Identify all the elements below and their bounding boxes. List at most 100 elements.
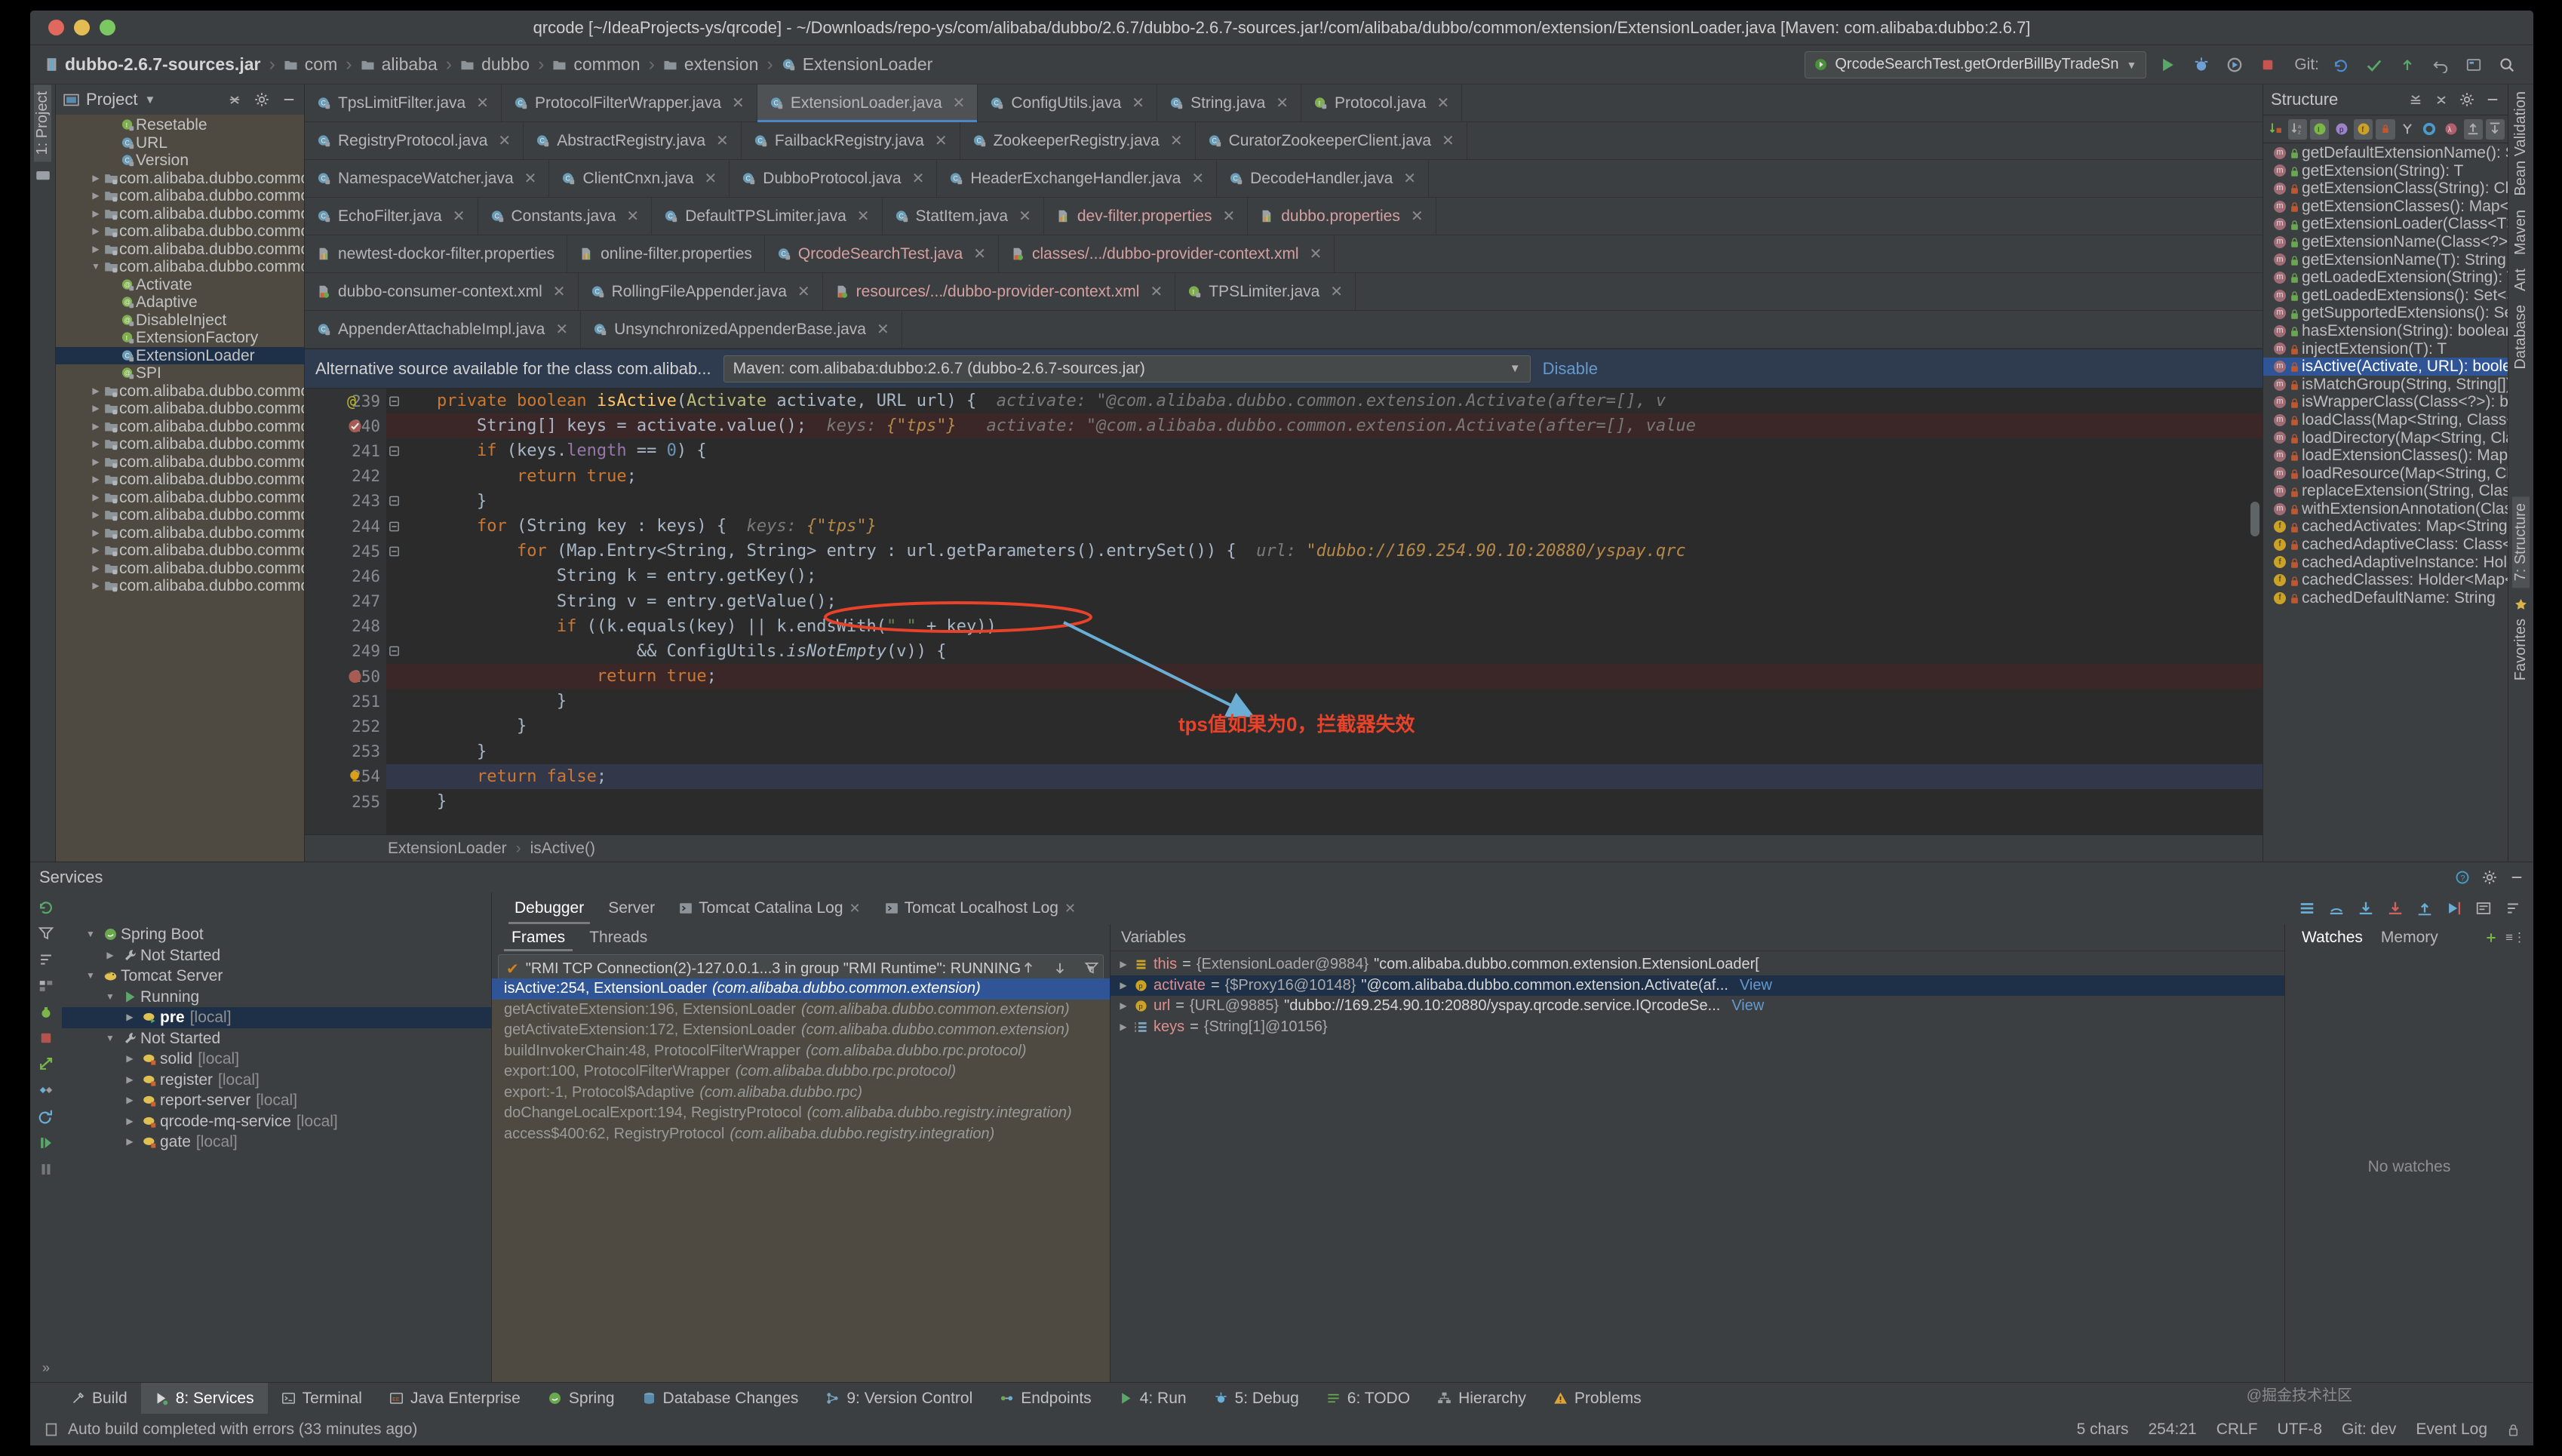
undo-icon[interactable] [2429,54,2452,76]
services-tree-row[interactable]: ▶ Not Started [62,945,491,966]
tool-window-button-project[interactable]: 1: Project [34,84,51,162]
tool-strip-4-run[interactable]: 4: Run [1105,1383,1200,1415]
project-tree-row[interactable]: I ExtensionFactory [56,329,304,347]
tool-window-button-ant[interactable]: Ant [2512,262,2530,298]
group-by-type-icon[interactable] [2398,119,2417,140]
code-line[interactable]: if (keys.length == 0) { [386,438,2262,463]
pause-icon[interactable] [38,1161,54,1178]
close-icon[interactable]: ✕ [553,282,566,301]
structure-toolbar[interactable]: az I p f λ [2263,115,2508,143]
project-tree-row[interactable]: @ DisableInject [56,312,304,330]
editor-tab-tpslimitfilter-java[interactable]: C TpsLimitFilter.java ✕ [305,84,502,121]
settings-icon[interactable] [2505,900,2521,917]
variable-row[interactable]: ▶ p activate = {$Proxy16@10148} "@com.alibaba… [1111,975,2284,997]
structure-row[interactable]: m loadDirectory(Map<String, Class<?>>, [2263,429,2508,447]
editor-tab-newtest-dockor-filter-properties[interactable]: newtest-dockor-filter.properties [305,235,568,272]
project-tree-row[interactable]: C URL [56,134,304,152]
stack-frame-row[interactable]: isActive:254, ExtensionLoader (com.alibab… [492,978,1110,1000]
filter-icon[interactable] [38,925,54,941]
show-non-public-icon[interactable] [2376,118,2395,140]
project-tree-row[interactable]: ▶ com.alibaba.dubbo.common.concurrent [56,241,304,259]
editor-tab-protocol-java[interactable]: I Protocol.java ✕ [1301,84,1463,121]
show-inherited-icon[interactable]: I [2310,118,2330,140]
caret-position[interactable]: 254:21 [2148,1421,2196,1439]
close-icon[interactable]: ✕ [1310,244,1322,263]
project-tree-row[interactable]: ▼ com.alibaba.dubbo.common.extension [56,258,304,276]
watch-tab-watches[interactable]: Watches [2294,929,2370,947]
update-project-icon[interactable] [2330,54,2352,76]
code-line[interactable]: } [386,489,2262,514]
close-window-button[interactable] [48,20,64,35]
project-tree-row[interactable]: ▶ com.alibaba.dubbo.common.logger [56,453,304,472]
expand-arrow-icon[interactable]: ▶ [121,1111,139,1132]
services-tree-row[interactable]: ▼ Tomcat Server [62,966,491,987]
step-out-icon[interactable] [2416,900,2433,917]
close-icon[interactable]: ✕ [705,169,717,188]
close-icon[interactable]: ✕ [973,244,986,263]
collapse-arrow-icon[interactable]: ▼ [101,987,119,1008]
close-icon[interactable]: ✕ [1191,169,1204,188]
code-line[interactable]: for (Map.Entry<String, String> entry : u… [386,539,2262,564]
editor-tab-dev-filter-properties[interactable]: dev-filter.properties ✕ [1043,198,1249,235]
close-icon[interactable]: ✕ [935,131,948,150]
editor-tab-echofilter-java[interactable]: C EchoFilter.java ✕ [305,198,478,235]
editor-tabs[interactable]: C TpsLimitFilter.java ✕ C ProtocolFilterWrap… [305,84,2262,349]
tool-strip-build[interactable]: Build [57,1383,141,1415]
expand-arrow-icon[interactable]: ▶ [89,241,103,259]
project-tree-row[interactable]: ▶ com.alibaba.dubbo.common.extension.fact [56,382,304,401]
editor-breadcrumb[interactable]: ExtensionLoader › isActive() [305,834,2262,862]
project-tree-row[interactable]: ▶ com.alibaba.dubbo.common.json [56,435,304,453]
services-tree-row[interactable]: ▼ Not Started [62,1028,491,1049]
project-tree-row[interactable]: ▶ com.alibaba.dubbo.common.bytecode [56,187,304,205]
tool-strip-5-debug[interactable]: 5: Debug [1200,1383,1313,1415]
editor-tab-protocolfilterwrapper-java[interactable]: C ProtocolFilterWrapper.java ✕ [501,84,757,121]
editor-tab-registryprotocol-java[interactable]: C RegistryProtocol.java ✕ [305,122,524,159]
tool-strip-spring[interactable]: Spring [534,1383,628,1415]
tool-strip-java-enterprise[interactable]: EE Java Enterprise [376,1383,534,1415]
sort-by-visibility-icon[interactable] [2266,119,2285,140]
structure-row[interactable]: m isActive(Activate, URL): boolean [2263,358,2508,376]
expand-arrow-icon[interactable]: ▶ [121,1070,139,1091]
project-tree-row[interactable]: ▶ com.alibaba.dubbo.common.logger.jdk [56,489,304,507]
debugger-tab-debugger[interactable]: Debugger [502,892,596,924]
project-tree-row[interactable]: @ Activate [56,276,304,294]
close-icon[interactable]: ✕ [555,320,568,339]
editor-tab-clientcnxn-java[interactable]: C ClientCnxn.java ✕ [549,160,730,197]
editor-tab-configutils-java[interactable]: C ConfigUtils.java ✕ [978,84,1158,121]
tool-strip-9-version-control[interactable]: 9: Version Control [812,1383,986,1415]
editor-tab-decodehandler-java[interactable]: C DecodeHandler.java ✕ [1217,160,1430,197]
editor-tab-curatorzookeeperclient-java[interactable]: C CuratorZookeeperClient.java ✕ [1195,122,1467,159]
chevron-down-icon[interactable]: ▼ [144,94,155,106]
run-coverage-icon[interactable] [2223,54,2246,76]
expand-arrow-icon[interactable]: ▶ [89,400,103,418]
view-value-link[interactable]: View [1740,975,1772,997]
structure-row[interactable]: f cachedAdaptiveInstance: Holder<Obje [2263,554,2508,572]
structure-list[interactable]: m getDefaultExtensionName(): String m getEx… [2263,143,2508,862]
expand-arrow-icon[interactable]: ▶ [89,187,103,205]
help-icon[interactable]: ? [2455,870,2470,885]
structure-row[interactable]: m getExtension(String): T [2263,162,2508,180]
tool-strip-8-services[interactable]: 8: Services [140,1382,268,1415]
services-tree-row[interactable]: ▶ register [local] [62,1070,491,1091]
close-icon[interactable]: ✕ [797,282,810,301]
close-icon[interactable]: ✕ [912,169,925,188]
close-icon[interactable]: ✕ [1436,94,1449,112]
gutter-line[interactable]: 249 [305,639,399,664]
editor-tab-string-java[interactable]: C String.java ✕ [1157,84,1302,121]
settings-icon[interactable] [38,951,54,968]
project-tree-row[interactable]: ▶ com.alibaba.dubbo.common.logger.log4j [56,506,304,524]
expand-arrow-icon[interactable]: ▶ [1118,954,1129,975]
resume-icon[interactable] [38,1135,54,1151]
expand-arrow-icon[interactable]: ▶ [121,1007,139,1028]
expand-arrow-icon[interactable]: ▶ [89,489,103,507]
run-configuration-selector[interactable]: QrcodeSearchTest.getOrderBillByTradeSn ▼ [1805,51,2147,78]
debugger-tabs[interactable]: Debugger Server Tomcat Catalina Log ✕ Tomcat… [492,892,2533,924]
structure-row[interactable]: m getLoadedExtension(String): T [2263,269,2508,287]
editor-tab-statitem-java[interactable]: C StatItem.java ✕ [882,198,1044,235]
stack-frame-row[interactable]: getActivateExtension:196, ExtensionLoade… [492,1000,1110,1021]
code-line[interactable]: String[] keys = activate.value(); keys: … [386,413,2262,439]
breadcrumb-item-alibaba[interactable]: alibaba [361,54,438,75]
editor-tab-resources-dubbo-provider-context-xml[interactable]: resources/.../dubbo-provider-context.xml… [822,273,1176,310]
expand-arrow-icon[interactable]: ▶ [1118,1017,1129,1038]
close-icon[interactable]: ✕ [1132,94,1144,112]
